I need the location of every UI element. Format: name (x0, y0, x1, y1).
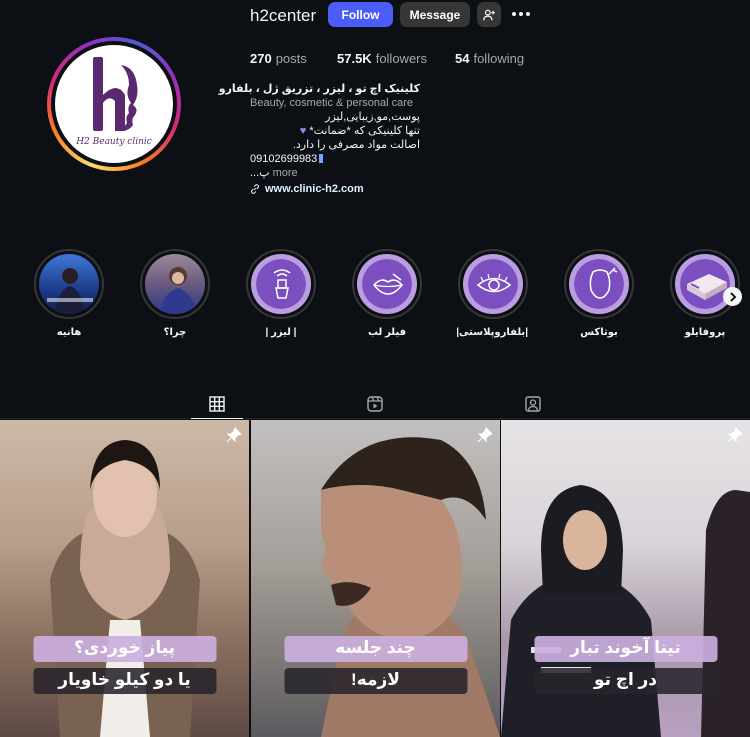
highlight-item[interactable]: چرا؟ (140, 249, 210, 338)
lips-icon (373, 273, 403, 295)
avatar-caption: H2 Beauty clinic (76, 137, 152, 147)
post-caption-bottom: یا دو کیلو خاویار (33, 668, 216, 694)
more-options-icon[interactable] (509, 4, 533, 24)
add-person-icon (483, 9, 495, 20)
post-caption-top: تینا آخوند تبار (534, 636, 717, 662)
tab-posts[interactable] (191, 389, 243, 419)
highlight-cover (569, 254, 629, 314)
following-count[interactable]: 54 following (455, 51, 524, 66)
tab-tagged[interactable] (507, 389, 559, 419)
bio-website-link[interactable]: www.clinic-h2.com (250, 183, 364, 195)
highlight-label: بوتاکس (580, 327, 618, 338)
highlight-item[interactable]: بوتاکس (564, 249, 634, 338)
posts-count: 270 posts (250, 51, 307, 66)
post-tile[interactable]: چند جلسه لازمه! (251, 420, 500, 737)
bio-line-2: تنها کلینیکی که *ضمانت* ♥ (299, 125, 420, 137)
highlight-item[interactable]: | لیزر | (246, 249, 316, 338)
suggested-users-button[interactable] (477, 2, 501, 27)
highlight-cover-photo (39, 254, 99, 314)
bio-truncated: ...پ more (250, 167, 298, 179)
botox-face-icon (589, 267, 618, 299)
profile-bio: کلینیک اچ تو ، لیزر ، تزریق ژل ، بلفارو … (218, 82, 420, 180)
highlights-next-button[interactable] (723, 287, 742, 306)
pinned-icon (727, 427, 743, 443)
laser-icon (273, 269, 291, 299)
highlight-ring[interactable] (246, 249, 316, 319)
highlight-ring[interactable] (458, 249, 528, 319)
bio-name: کلینیک اچ تو ، لیزر ، تزریق ژل ، بلفارو (218, 83, 420, 95)
bio-line-3: اصالت مواد مصرفی را دارد. (292, 139, 420, 151)
pinned-icon (477, 427, 493, 443)
avatar-gap: H2 Beauty clinic (51, 41, 177, 167)
highlight-item[interactable]: |بلفاروپلاستی| (456, 249, 528, 338)
highlight-label: | لیزر | (265, 327, 297, 338)
followers-count[interactable]: 57.5K followers (337, 51, 427, 66)
highlight-label: فیلر لب (367, 327, 407, 338)
eye-icon (476, 273, 512, 293)
bio-line-1: پوست,مو,زیبایی,لیزر (325, 111, 420, 123)
post-caption-bottom: لازمه! (284, 668, 467, 694)
grid-icon (209, 395, 225, 412)
link-icon (250, 184, 260, 194)
chevron-right-icon (729, 291, 736, 302)
highlight-ring[interactable] (34, 249, 104, 319)
post-caption-top: چند جلسه (284, 636, 467, 662)
highlight-cover (251, 254, 311, 314)
heart-icon: ♥ (299, 125, 307, 137)
highlight-label: |بلفاروپلاستی| (456, 327, 528, 338)
highlight-item[interactable]: هانیه (34, 249, 104, 338)
phone-emoji-icon (319, 154, 324, 163)
highlight-ring[interactable] (670, 249, 740, 319)
highlight-ring[interactable] (352, 249, 422, 319)
bio-category: Beauty, cosmetic & personal care (250, 97, 414, 109)
bio-more-link[interactable]: more (273, 167, 298, 179)
profile-username: h2center (250, 6, 317, 25)
bio-phone: 09102699983 (250, 152, 420, 166)
pinned-icon (226, 427, 242, 443)
highlight-cover (463, 254, 523, 314)
highlight-ring[interactable] (140, 249, 210, 319)
highlight-label: پروفایلو (684, 327, 726, 338)
post-caption-top: پیاز خوردی؟ (33, 636, 216, 662)
highlight-ring[interactable] (564, 249, 634, 319)
highlight-label: هانیه (56, 327, 82, 338)
highlight-label: چرا؟ (163, 327, 187, 338)
highlight-cover (357, 254, 417, 314)
post-tile[interactable]: پیاز خوردی؟ یا دو کیلو خاویار (0, 420, 249, 737)
tab-reels[interactable] (349, 389, 401, 419)
product-box-icon (687, 274, 727, 300)
highlight-cover-photo (145, 254, 205, 314)
profile-avatar[interactable]: H2 Beauty clinic (47, 37, 181, 171)
reels-icon (367, 396, 383, 412)
follow-button[interactable]: Follow (328, 2, 393, 27)
highlight-item[interactable]: فیلر لب (352, 249, 422, 338)
tagged-icon (525, 396, 541, 412)
avatar-logo: H2 Beauty clinic (55, 45, 173, 163)
message-button[interactable]: Message (400, 2, 470, 27)
post-caption-bottom: در اچ تو (534, 668, 717, 694)
highlight-cover (675, 254, 735, 314)
post-tile[interactable]: تینا آخوند تبار در اچ تو (501, 420, 750, 737)
